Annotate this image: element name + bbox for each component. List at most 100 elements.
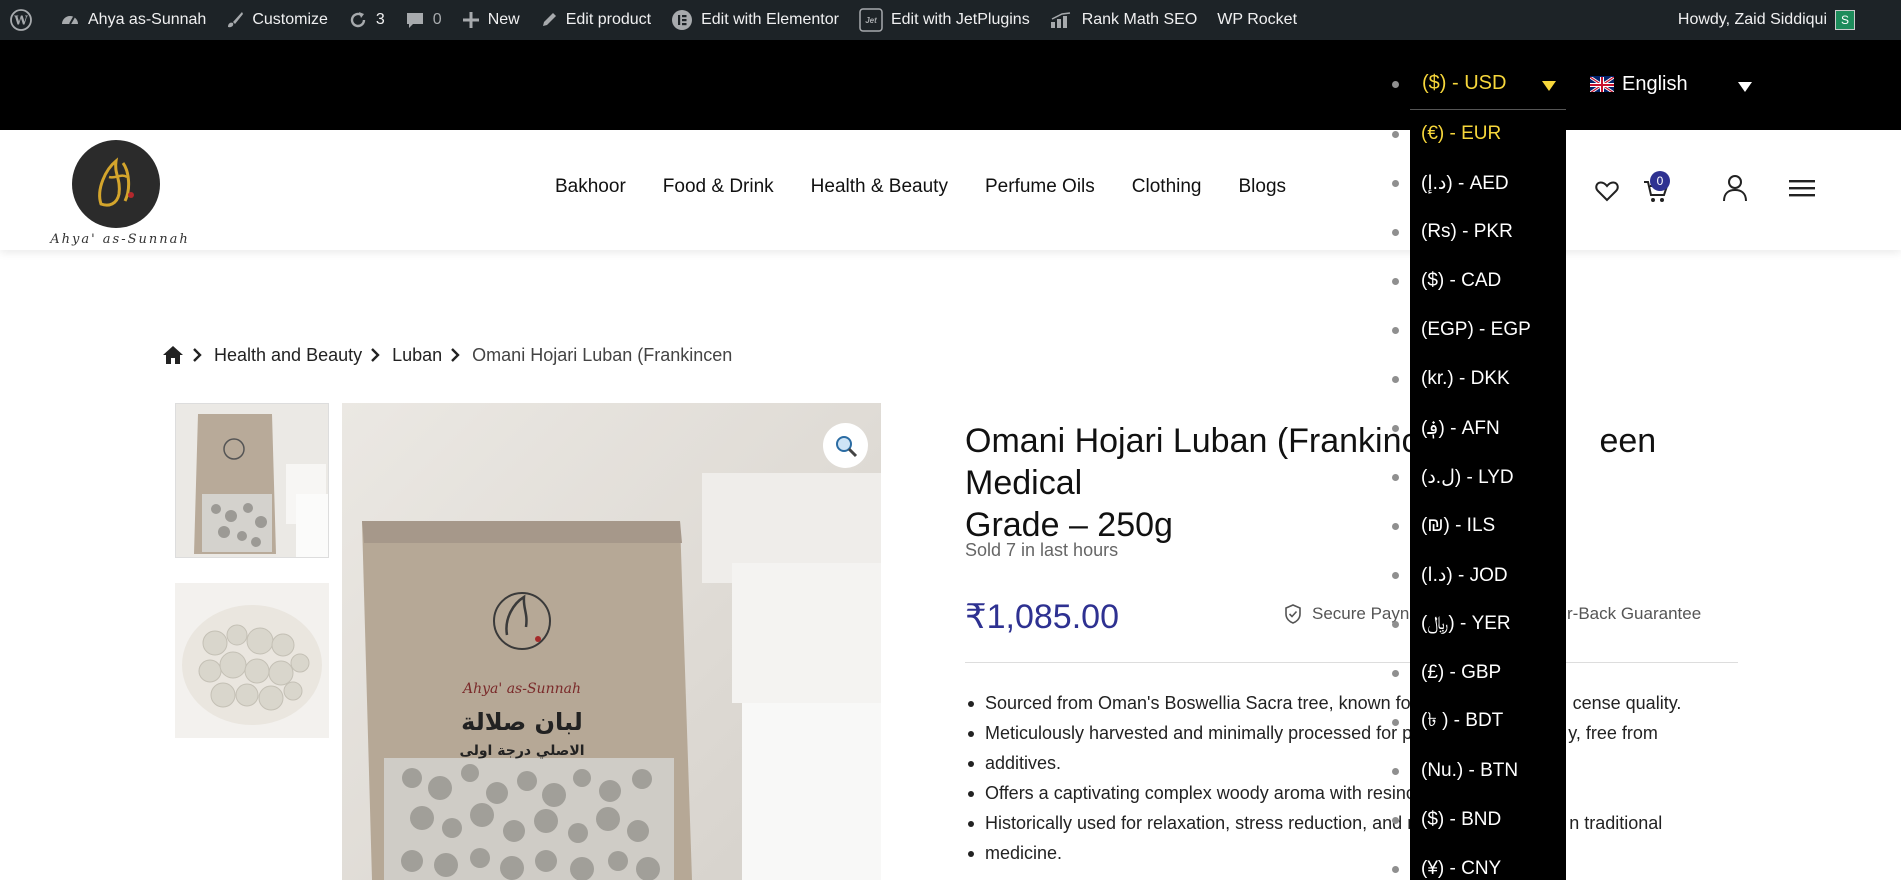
customize-link[interactable]: Customize: [216, 0, 338, 40]
bullet-dot: [1392, 474, 1399, 481]
nav-item-blogs[interactable]: Blogs: [1239, 176, 1287, 198]
currency-option-bdt[interactable]: (৳ ) - BDT: [1421, 707, 1503, 737]
package-arabic-title: لبان صلالة: [461, 708, 583, 736]
logo-emblem: [72, 140, 160, 228]
pencil-icon: [540, 11, 558, 29]
customize-label: Customize: [252, 11, 328, 28]
language-label: English: [1622, 72, 1688, 95]
bullet-dot: [1392, 425, 1399, 432]
nav-item-perfume-oils[interactable]: Perfume Oils: [985, 176, 1095, 198]
currency-option-aed[interactable]: (د.إ) - AED: [1421, 168, 1509, 198]
edit-elementor-link[interactable]: Edit with Elementor: [661, 0, 849, 40]
nav-item-food-drink[interactable]: Food & Drink: [663, 176, 774, 198]
currency-option-afn[interactable]: (؋) - AFN: [1421, 413, 1500, 443]
svg-text:Jet: Jet: [865, 16, 877, 25]
home-icon[interactable]: [162, 345, 184, 365]
list-item: medicine.: [965, 838, 1685, 868]
my-account-menu[interactable]: Howdy, Zaid Siddiqui S: [1678, 0, 1855, 40]
site-logo[interactable]: Ahya' as-Sunnah: [36, 132, 204, 250]
bullet-dot: [1392, 81, 1399, 88]
account-user-icon[interactable]: [1722, 174, 1748, 207]
plus-icon: [462, 11, 480, 29]
product-main-image[interactable]: Ahya' as-Sunnah لبان صلالة الاصلي درجة ا…: [342, 403, 881, 880]
money-back-text: r-Back Guarantee: [1567, 604, 1702, 623]
wp-admin-bar: W Ahya as-Sunnah Customize 3 0 New Edit …: [0, 0, 1901, 40]
zoom-button[interactable]: [823, 423, 868, 468]
wordpress-icon: W: [10, 9, 32, 31]
product-title-line2: Grade – 250g: [965, 506, 1173, 544]
currency-option-yer[interactable]: (﷼) - YER: [1421, 609, 1511, 639]
currency-option-egp[interactable]: (EGP) - EGP: [1421, 315, 1531, 345]
bullet-dot: [1392, 621, 1399, 628]
bullet-dot: [1392, 327, 1399, 334]
hamburger-menu-icon[interactable]: [1789, 178, 1815, 203]
bullet-dot: [1392, 376, 1399, 383]
svg-text:W: W: [13, 14, 28, 28]
divider: [965, 662, 1738, 663]
updates-link[interactable]: 3: [338, 0, 395, 40]
elementor-icon: [671, 9, 693, 31]
currency-option-cad[interactable]: ($) - CAD: [1421, 266, 1501, 296]
edit-elementor-label: Edit with Elementor: [701, 11, 839, 28]
list-item: Sourced from Oman's Boswellia Sacra tree…: [965, 688, 1685, 718]
list-item: Historically used for relaxation, stress…: [965, 808, 1685, 838]
sold-count-text: Sold 7 in last hours: [965, 540, 1119, 560]
list-item: additives.: [965, 748, 1685, 778]
bullet-dot: [1392, 278, 1399, 285]
language-switcher[interactable]: English: [1590, 66, 1760, 102]
product-title-line1: Omani Hojari Luban (Frankince: [965, 422, 1438, 460]
currency-option-eur[interactable]: (€) - EUR: [1421, 119, 1501, 149]
bullet-dot: [1392, 719, 1399, 726]
nav-item-bakhoor[interactable]: Bakhoor: [555, 176, 626, 198]
bullet-dot: [1392, 670, 1399, 677]
currency-option-bnd[interactable]: ($) - BND: [1421, 805, 1501, 835]
currency-option-cny[interactable]: (¥) - CNY: [1421, 854, 1501, 880]
currency-option-pkr[interactable]: (Rs) - PKR: [1421, 217, 1513, 247]
bullet-dot: [1392, 768, 1399, 775]
wp-rocket-link[interactable]: WP Rocket: [1207, 0, 1307, 40]
howdy-text: Howdy, Zaid Siddiqui: [1677, 11, 1827, 28]
comments-link[interactable]: 0: [395, 0, 452, 40]
breadcrumb-link-health-beauty[interactable]: Health and Beauty: [214, 345, 362, 366]
wishlist-heart-icon[interactable]: [1595, 180, 1619, 207]
bullet-dot: [1392, 180, 1399, 187]
logo-text: Ahya' as-Sunnah: [50, 232, 190, 247]
currency-switcher[interactable]: ($) - USD: [1410, 58, 1566, 110]
site-name-link[interactable]: Ahya as-Sunnah: [50, 0, 216, 40]
currency-option-ils[interactable]: (₪) - ILS: [1421, 511, 1495, 541]
cart-count-badge: 0: [1650, 171, 1670, 191]
wp-rocket-label: WP Rocket: [1217, 11, 1298, 28]
bullet-dot: [1392, 131, 1399, 138]
dashboard-icon: [60, 10, 80, 30]
currency-option-btn[interactable]: (Nu.) - BTN: [1421, 756, 1518, 786]
new-label: New: [487, 11, 520, 28]
breadcrumb-current: Omani Hojari Luban (Frankincen: [472, 344, 733, 365]
chevron-right-icon: [370, 347, 380, 363]
list-item: Offers a captivating complex woody aroma…: [965, 778, 1685, 808]
rank-math-link[interactable]: Rank Math SEO: [1040, 0, 1208, 40]
package-brand: Ahya' as-Sunnah: [463, 681, 581, 697]
breadcrumb-link-luban[interactable]: Luban: [392, 345, 442, 366]
bullet-dot: [1392, 572, 1399, 579]
currency-option-lyd[interactable]: (ل.د) - LYD: [1421, 462, 1514, 492]
comment-icon: [405, 10, 425, 30]
chevron-right-icon: [192, 347, 202, 363]
avatar: S: [1835, 10, 1855, 30]
main-nav: Bakhoor Food & Drink Health & Beauty Per…: [555, 172, 1323, 202]
edit-jetplugins-link[interactable]: Jet Edit with JetPlugins: [849, 0, 1040, 40]
edit-product-link[interactable]: Edit product: [530, 0, 661, 40]
uk-flag-icon: [1590, 76, 1614, 92]
currency-option-gbp[interactable]: (£) - GBP: [1421, 658, 1501, 688]
gallery-thumbnail-2[interactable]: [175, 583, 329, 738]
nav-item-clothing[interactable]: Clothing: [1132, 176, 1202, 198]
chevron-right-icon: [450, 347, 460, 363]
currency-option-jod[interactable]: (د.ا) - JOD: [1421, 560, 1508, 590]
gallery-thumbnail-1[interactable]: [175, 403, 329, 558]
product-title: Omani Hojari Luban (Frankince een Medical…: [965, 420, 1745, 546]
currency-option-dkk[interactable]: (kr.) - DKK: [1421, 364, 1510, 394]
nav-item-health-beauty[interactable]: Health & Beauty: [811, 176, 948, 198]
magnifier-icon: [834, 434, 858, 458]
new-content-link[interactable]: New: [452, 0, 530, 40]
jetplugins-icon: Jet: [859, 8, 883, 32]
wordpress-logo-button[interactable]: W: [0, 0, 50, 40]
